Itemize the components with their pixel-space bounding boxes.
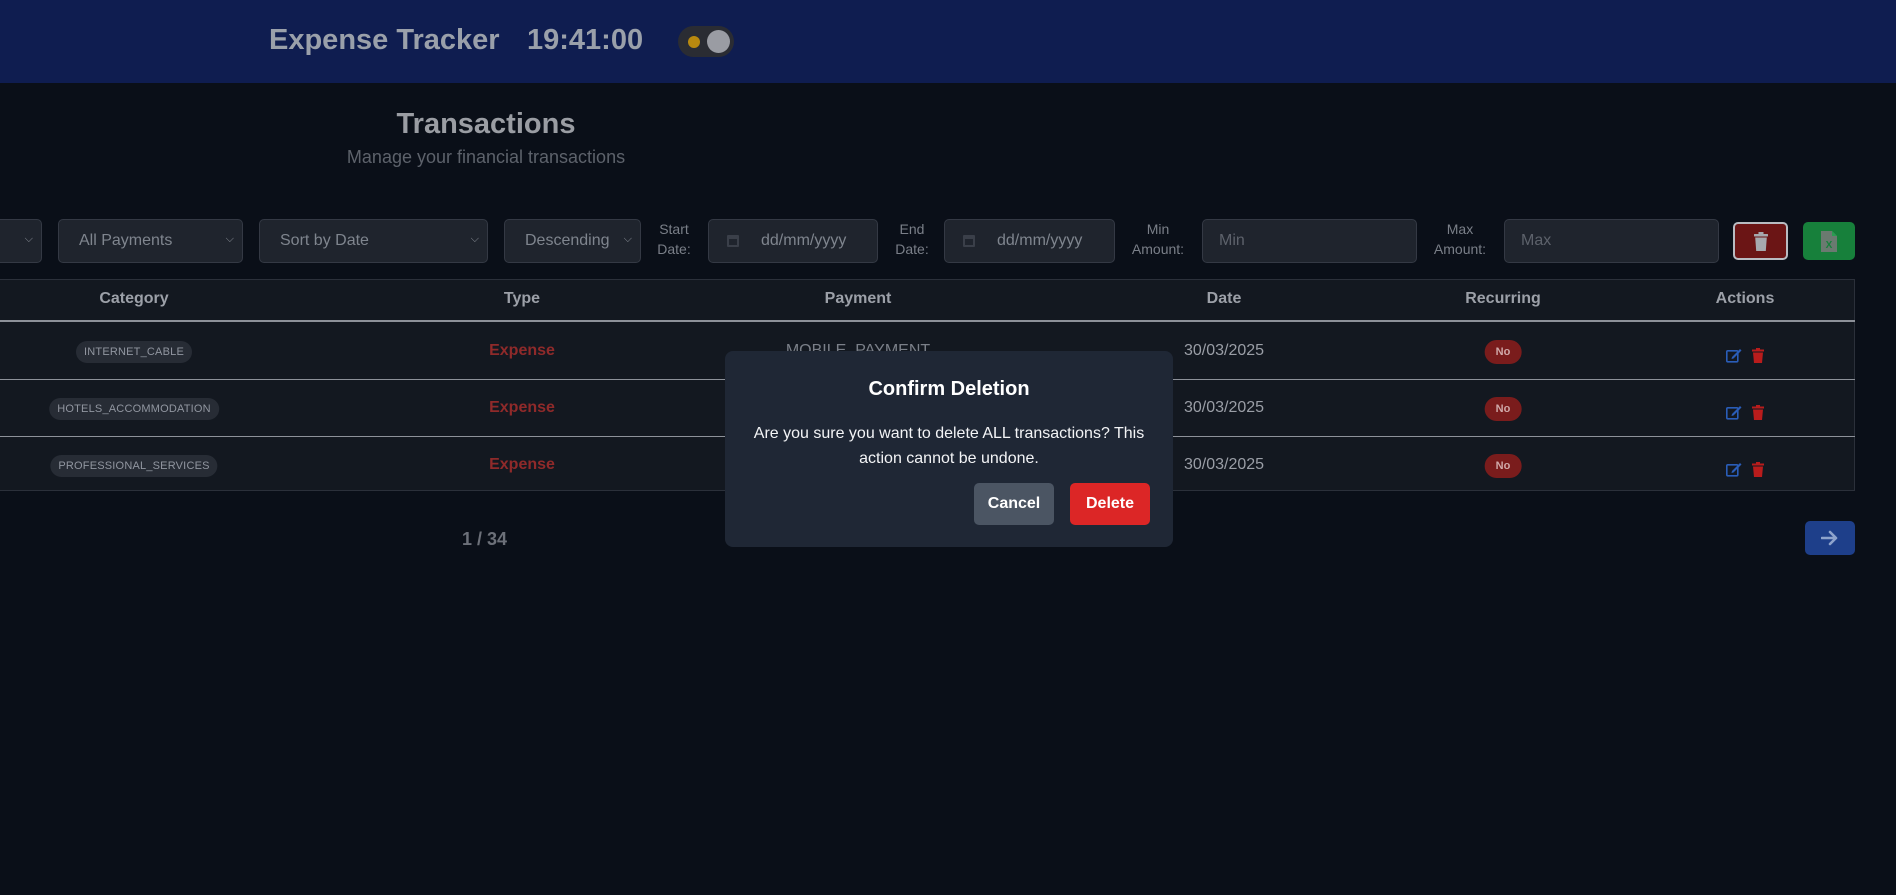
trash-icon[interactable] [1752,462,1764,477]
type-cell: Expense [489,456,555,473]
column-header-recurring: Recurring [1465,290,1541,307]
calendar-icon [963,235,975,247]
category-badge: HOTELS_ACCOMMODATION [49,398,219,420]
max-amount-label-line1: Max [1446,221,1474,237]
min-amount-label-line2: Amount: [1131,241,1185,257]
category-badge: PROFESSIONAL_SERVICES [50,455,218,477]
min-amount-placeholder: Min [1219,232,1245,249]
end-date-label-line1: End [899,221,925,237]
min-amount-label-line1: Min [1146,221,1170,237]
column-header-actions: Actions [1715,290,1775,307]
table-header-divider [0,320,1855,322]
start-date-label: Start Date: [653,219,695,259]
column-header-payment: Payment [824,290,892,307]
recurring-badge: No [1484,454,1522,478]
order-select[interactable]: Descending ⌵ [504,219,641,263]
payment-filter-value: All Payments [79,232,173,249]
max-amount-label: Max Amount: [1429,219,1491,259]
modal-message: Are you sure you want to delete ALL tran… [753,425,1145,467]
type-cell: Expense [489,399,555,416]
type-cell: Expense [489,342,555,359]
row-actions [1726,462,1764,477]
sun-icon [688,36,700,48]
min-amount-input[interactable]: Min [1202,219,1417,263]
max-amount-input[interactable]: Max [1504,219,1719,263]
sort-select[interactable]: Sort by Date ⌵ [259,219,488,263]
chevron-down-icon: ⌵ [470,233,479,245]
category-select[interactable]: ⌵ [0,219,42,263]
date-cell: 30/03/2025 [1183,399,1265,416]
confirm-delete-modal: Confirm Deletion Are you sure you want t… [725,351,1173,547]
modal-title: Confirm Deletion [868,378,1030,400]
clock-display: 19:41:00 [527,24,644,56]
theme-toggle[interactable] [678,26,734,57]
start-date-label-line2: Date: [657,241,691,257]
pagination-info: 1 / 34 [462,529,508,549]
row-actions [1726,348,1764,363]
edit-icon[interactable] [1726,348,1742,363]
trash-icon [1753,231,1768,251]
end-date-placeholder: dd/mm/yyyy [997,232,1083,249]
column-header-category: Category [99,290,169,307]
svg-text:X: X [1826,240,1833,251]
recurring-badge: No [1484,397,1522,421]
category-badge: INTERNET_CABLE [76,341,192,363]
chevron-down-icon: ⌵ [24,233,33,245]
calendar-icon [727,235,739,247]
delete-all-button[interactable] [1733,222,1788,260]
next-page-button[interactable] [1805,521,1855,555]
column-header-date: Date [1206,290,1242,307]
end-date-label-line2: Date: [895,241,929,257]
app-title: Expense Tracker [269,24,500,56]
excel-file-icon: X [1821,230,1837,252]
export-excel-button[interactable]: X [1803,222,1855,260]
start-date-placeholder: dd/mm/yyyy [761,232,847,249]
end-date-input[interactable]: dd/mm/yyyy [944,219,1115,263]
page-subtitle: Manage your financial transactions [346,147,626,167]
confirm-delete-button[interactable]: Delete [1070,483,1150,525]
order-value: Descending [525,232,610,249]
max-amount-placeholder: Max [1521,232,1552,249]
page-title: Transactions [396,108,576,140]
recurring-badge: No [1484,340,1522,364]
trash-icon[interactable] [1752,348,1764,363]
chevron-down-icon: ⌵ [225,233,234,245]
cancel-button[interactable]: Cancel [974,483,1054,525]
payment-filter-select[interactable]: All Payments ⌵ [58,219,243,263]
top-navbar: Expense Tracker 19:41:00 [0,0,1896,83]
trash-icon[interactable] [1752,405,1764,420]
chevron-down-icon: ⌵ [623,233,632,245]
row-actions [1726,405,1764,420]
toggle-knob [707,30,730,53]
min-amount-label: Min Amount: [1127,219,1189,259]
max-amount-label-line2: Amount: [1433,241,1487,257]
date-cell: 30/03/2025 [1183,456,1265,473]
date-cell: 30/03/2025 [1183,342,1265,359]
end-date-label: End Date: [891,219,933,259]
sort-value: Sort by Date [280,232,369,249]
edit-icon[interactable] [1726,462,1742,477]
start-date-input[interactable]: dd/mm/yyyy [708,219,878,263]
column-header-type: Type [503,290,541,307]
arrow-right-icon [1821,530,1838,546]
start-date-label-line1: Start [659,221,689,237]
edit-icon[interactable] [1726,405,1742,420]
